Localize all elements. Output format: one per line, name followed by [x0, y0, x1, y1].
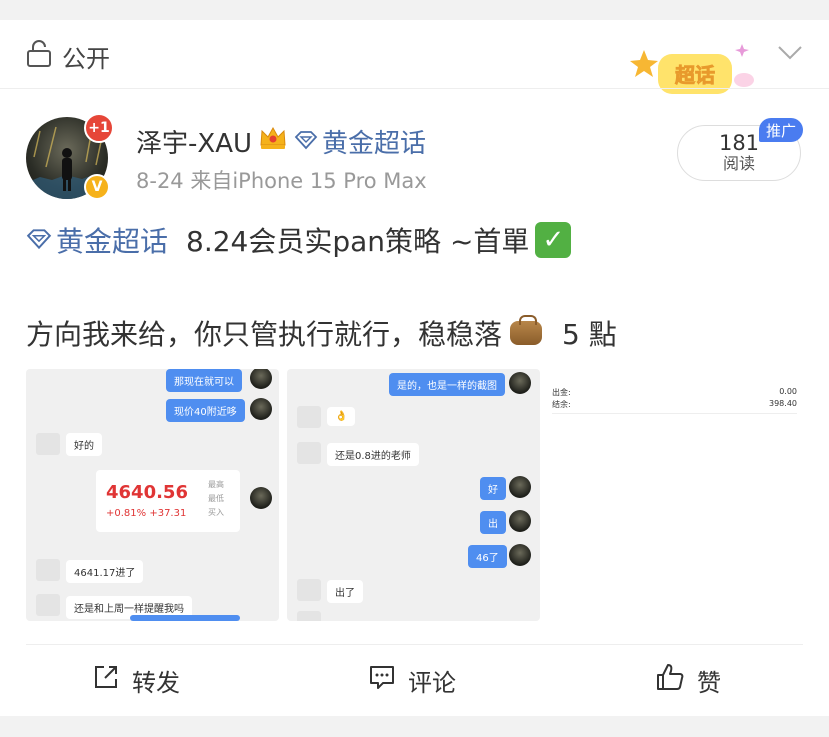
quote-price: 4640.56 — [106, 482, 188, 503]
author-topic-link[interactable]: 黄金超话 — [294, 123, 426, 160]
chat-message-partial — [130, 615, 240, 621]
author-line: 泽宇-XAU 黄金超话 — [136, 123, 426, 160]
privacy-setting[interactable]: 公开 — [26, 38, 110, 74]
chat-message: 4641.17进了 — [66, 560, 144, 583]
chevron-down-icon[interactable] — [777, 42, 803, 62]
repost-button[interactable]: 转发 — [92, 660, 180, 700]
divider — [0, 88, 829, 89]
post-line-2-text: 方向我来给，你只管执行就行，稳稳落 — [26, 318, 503, 351]
chat-message: 好 — [480, 477, 506, 500]
chat-avatar — [297, 611, 321, 621]
post-line-2-tail: 5 點 — [562, 318, 617, 351]
chat-message: 好的 — [66, 433, 102, 456]
notification-badge: +1 — [84, 113, 114, 143]
chat-message: 出了 — [327, 580, 363, 603]
post-text-line-1: 黄金超话 8.24会员实pan策略 ~首單 ✓ — [26, 220, 572, 260]
chat-message: 还是0.8进的老师 — [327, 443, 419, 466]
divider — [552, 413, 797, 414]
quote-change: +0.81% +37.31 — [106, 508, 187, 519]
like-button[interactable]: 赞 — [655, 660, 721, 700]
post-topic-label: 黄金超话 — [56, 225, 169, 258]
post-card: 公开 超话 +1 V 泽宇-XAU 黄金超话 8-24 来自iPhone 15 … — [0, 20, 829, 716]
account-row: 结余: 398.40 — [552, 399, 797, 409]
post-topic-link[interactable]: 黄金超话 — [26, 220, 168, 260]
comment-icon — [368, 663, 396, 697]
chat-message: 是的，也是一样的截图 — [389, 373, 505, 396]
divider — [26, 644, 803, 645]
top-band — [0, 0, 829, 20]
bag-icon — [510, 315, 543, 345]
chat-message: 现价40附近哆 — [166, 399, 245, 422]
chat-message-ok-hand: 👌 — [327, 407, 356, 426]
quote-side-labels: 最高 最低 买入 — [208, 480, 224, 517]
post-image-2[interactable]: 是的，也是一样的截图 👌 还是0.8进的老师 好 出 46了 出了 — [287, 369, 540, 621]
chat-avatar — [509, 510, 531, 532]
chat-avatar — [36, 559, 60, 581]
chat-avatar — [250, 369, 272, 389]
supertopic-badge-label: 超话 — [674, 63, 715, 87]
share-icon — [92, 663, 120, 697]
post-image-1[interactable]: 那现在就可以 现价40附近哆 好的 4640.56 +0.81% +37.31 … — [26, 369, 279, 621]
thumbs-up-icon — [655, 662, 685, 698]
privacy-label: 公开 — [62, 44, 110, 73]
diamond-icon — [26, 224, 52, 257]
account-row: 出金: 0.00 — [552, 387, 797, 397]
diamond-icon — [294, 127, 318, 157]
post-meta: 8-24 来自iPhone 15 Pro Max — [136, 169, 427, 193]
crown-icon — [258, 125, 288, 158]
read-count: 181 — [718, 131, 760, 155]
post-image-3[interactable]: 出金: 0.00 结余: 398.40 — [548, 369, 803, 621]
chat-avatar — [297, 579, 321, 601]
chat-avatar — [509, 476, 531, 498]
check-mark-icon: ✓ — [535, 222, 572, 258]
lock-icon — [26, 40, 52, 72]
supertopic-badge[interactable]: 超话 — [630, 40, 760, 108]
chat-avatar — [297, 406, 321, 428]
verified-badge: V — [84, 174, 110, 200]
comment-button[interactable]: 评论 — [368, 660, 456, 700]
chat-avatar — [36, 433, 60, 455]
chat-avatar — [250, 398, 272, 420]
chat-message: 46了 — [468, 545, 507, 568]
read-label: 阅读 — [722, 154, 755, 173]
promote-button[interactable]: 推广 — [759, 118, 803, 142]
author-topic-label: 黄金超话 — [322, 129, 427, 159]
like-label: 赞 — [697, 668, 721, 697]
chat-message: 出 — [480, 511, 506, 534]
chat-message: 那现在就可以 — [166, 369, 242, 392]
post-line-1-text: 8.24会员实pan策略 ~首單 — [186, 225, 530, 258]
comment-label: 评论 — [408, 668, 456, 697]
chat-avatar — [36, 594, 60, 616]
bottom-band — [0, 716, 829, 737]
chat-avatar — [250, 487, 272, 509]
post-text-line-2: 方向我来给，你只管执行就行，稳稳落 5 點 — [26, 313, 617, 353]
chat-avatar — [509, 372, 531, 394]
repost-label: 转发 — [132, 668, 180, 697]
price-quote-card: 4640.56 +0.81% +37.31 最高 最低 买入 — [96, 470, 240, 532]
chat-avatar — [509, 544, 531, 566]
author-name[interactable]: 泽宇-XAU — [136, 123, 252, 160]
chat-avatar — [297, 442, 321, 464]
